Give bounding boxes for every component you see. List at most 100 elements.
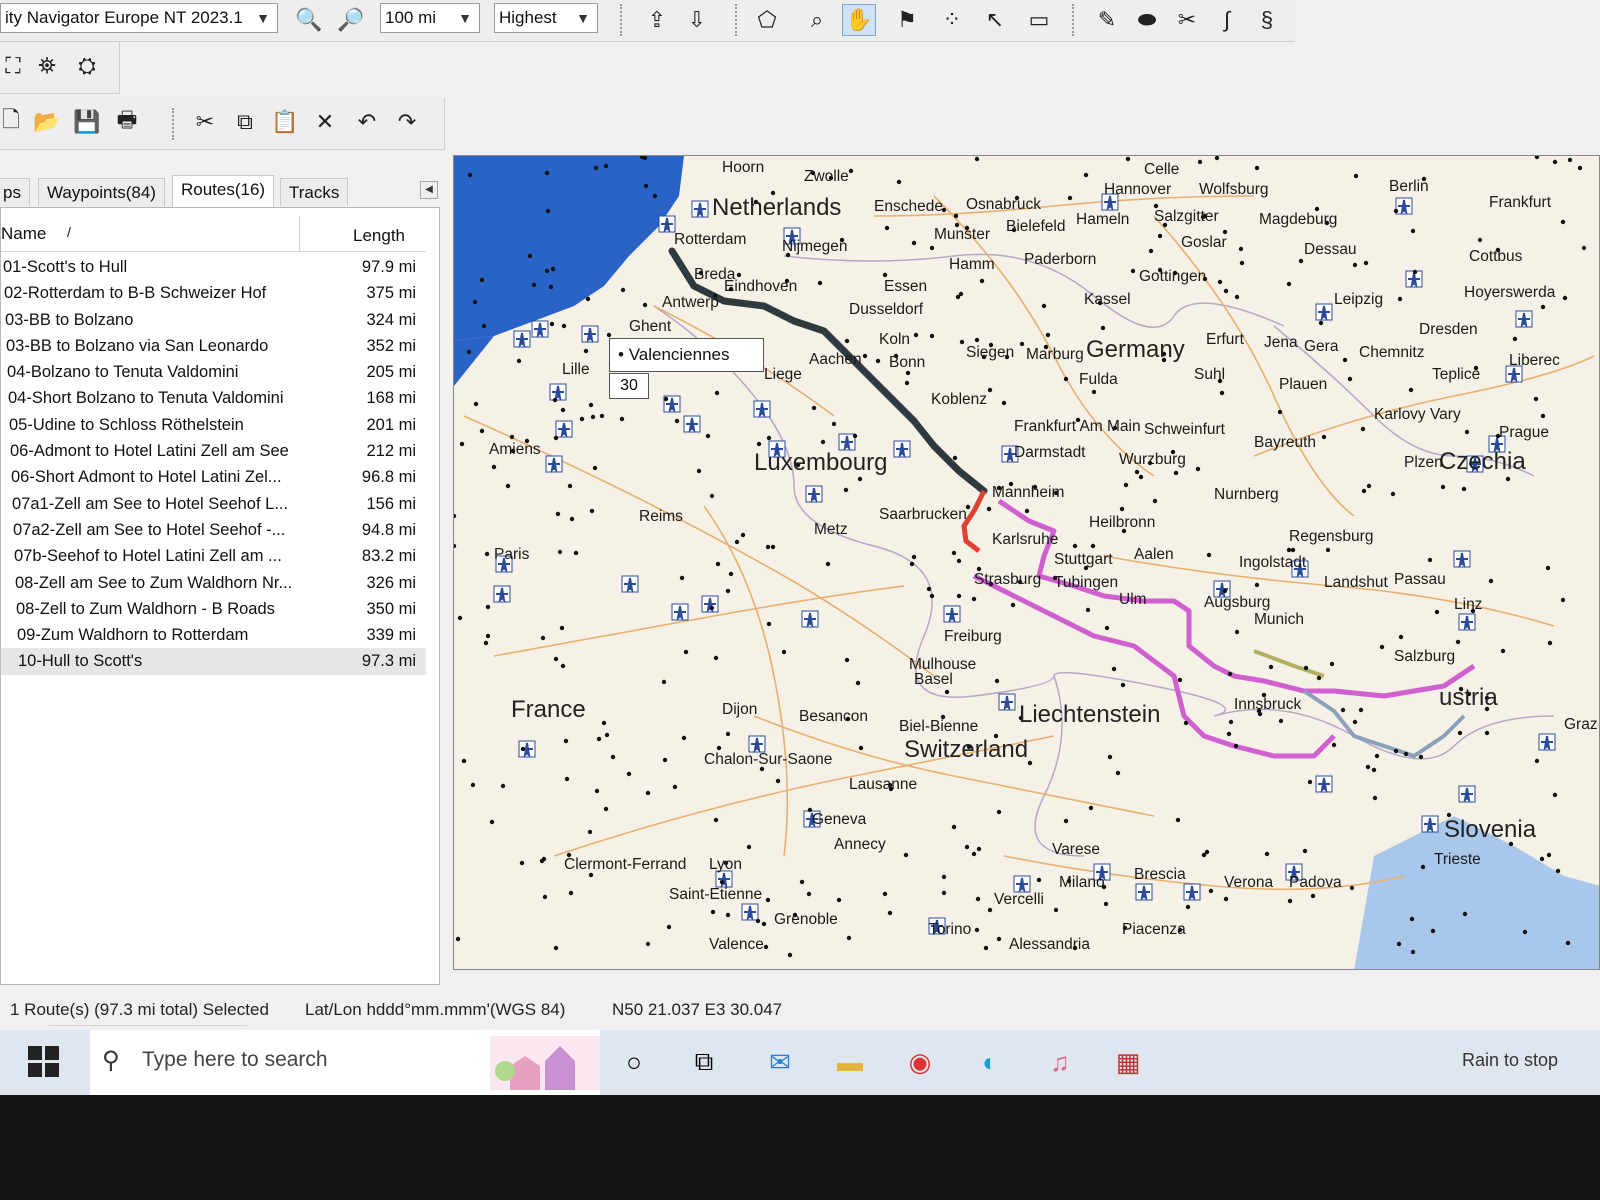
find-button[interactable]: ⛶ <box>0 50 30 82</box>
city-dot <box>844 338 850 344</box>
split-track-button[interactable]: ✂ <box>1170 4 1204 36</box>
itunes-button[interactable]: ♫ <box>1040 1042 1080 1082</box>
city-dot <box>740 532 746 538</box>
list-item[interactable]: 09-Zum Waldhorn to Rotterdam 339 mi <box>1 622 426 648</box>
zoom-tool-button[interactable]: ⌕ <box>800 4 834 36</box>
list-item[interactable]: 07a1-Zell am See to Hotel Seehof L... 156… <box>1 491 426 517</box>
print-button[interactable]: 🖶 <box>110 106 144 138</box>
undo-button[interactable]: ↶ <box>350 106 384 138</box>
city-dot <box>831 421 837 427</box>
hand-icon: ✋ <box>845 7 873 32</box>
waypoint-tool-button[interactable]: ⚑ <box>890 4 924 36</box>
city-dot <box>1298 258 1304 264</box>
taskbar-search[interactable]: ⚲ Type here to search <box>90 1030 600 1095</box>
city-label: Bielefeld <box>1006 218 1066 235</box>
select-tool-button[interactable]: ⬠ <box>750 4 784 36</box>
city-label: Trieste <box>1434 851 1481 868</box>
task-view-button[interactable]: ⧉ <box>684 1042 724 1082</box>
list-item[interactable]: 07a2-Zell am See to Hotel Seehof -... 94.… <box>1 517 426 543</box>
city-dot <box>1063 818 1069 824</box>
new-button[interactable]: 🗋 <box>0 106 28 138</box>
city-dot <box>1228 719 1234 725</box>
list-item[interactable]: 04-Short Bolzano to Tenuta Valdomini 168 … <box>1 385 426 411</box>
city-dot <box>941 874 947 880</box>
basecamp-icon: ▦ <box>1115 1046 1141 1077</box>
list-item[interactable]: 06-Short Admont to Hotel Latini Zel... 96… <box>1 464 426 490</box>
delete-button[interactable]: ✕ <box>308 106 342 138</box>
mail-app-button[interactable]: ✉ <box>760 1042 800 1082</box>
city-dot <box>555 511 561 517</box>
copy-button[interactable]: ⧉ <box>228 106 262 138</box>
list-item[interactable]: 06-Admont to Hotel Latini Zell am See 212… <box>1 438 426 464</box>
hand-tool-button[interactable]: ✋ <box>842 4 876 36</box>
tab-maps[interactable]: ps <box>0 178 30 206</box>
paste-button[interactable]: 📋 <box>268 106 302 138</box>
route-name: 09-Zum Waldhorn to Rotterdam <box>17 626 249 645</box>
tab-routes[interactable]: Routes(16) <box>172 175 275 207</box>
city-dot <box>986 506 992 512</box>
cut-button[interactable]: ✂ <box>188 106 222 138</box>
route-length: 97.9 mi <box>361 258 416 276</box>
edge-button[interactable]: ◐ <box>970 1042 1010 1082</box>
city-dot <box>716 745 722 751</box>
weather-status[interactable]: Rain to stop <box>1462 1050 1558 1071</box>
map-product-select[interactable]: ity Navigator Europe NT 2023.1 ▼ <box>0 3 278 33</box>
list-item[interactable]: 10-Hull to Scott's 97.3 mi <box>1 648 426 675</box>
city-dot <box>1307 779 1313 785</box>
tab-waypoints[interactable]: Waypoints(84) <box>38 178 165 206</box>
start-button[interactable] <box>28 1046 60 1078</box>
cortana-button[interactable]: ○ <box>614 1042 654 1082</box>
city-dot <box>1036 877 1042 883</box>
close-panel-button[interactable]: ◀ <box>420 181 438 199</box>
city-dot <box>1372 795 1378 801</box>
list-item[interactable]: 04-Bolzano to Tenuta Valdomini 205 mi <box>1 359 426 385</box>
scale-select[interactable]: 100 mi ▼ <box>380 3 480 33</box>
column-header-length[interactable]: Length <box>353 226 405 246</box>
list-item[interactable]: 07b-Seehof to Hotel Latini Zell am ... 83… <box>1 543 426 569</box>
join-track-button[interactable]: ∫ <box>1210 4 1244 36</box>
route-name: 02-Rotterdam to B-B Schweizer Hof <box>4 284 267 303</box>
route-length: 212 mi <box>366 442 416 461</box>
basecamp-button[interactable]: ▦ <box>1108 1042 1148 1082</box>
list-item[interactable]: 02-Rotterdam to B-B Schweizer Hof 375 mi <box>1 280 426 306</box>
city-label: Teplice <box>1432 366 1481 383</box>
map-view[interactable]: Netherlands Germany Luxembourg France Switze… <box>453 155 1600 970</box>
send-to-device-button[interactable]: ⇪ <box>640 4 674 36</box>
city-dot <box>1577 165 1583 171</box>
city-label: Lausanne <box>849 776 918 793</box>
eraser-button[interactable]: ⬬ <box>1130 4 1164 36</box>
list-item[interactable]: 05-Udine to Schloss Röthelstein 201 mi <box>1 412 426 438</box>
open-button[interactable]: 📂 <box>30 106 64 138</box>
pointer-tool-button[interactable]: ↖ <box>978 4 1012 36</box>
city-label: Prague <box>1499 424 1549 441</box>
list-header: Name / Length <box>1 216 426 252</box>
route-tool-button[interactable]: ⁘ <box>935 4 969 36</box>
find-toolbar: ⛶ ⛯ ⛭ <box>0 42 120 94</box>
route-name: 07a1-Zell am See to Hotel Seehof L... <box>12 494 289 513</box>
list-item[interactable]: 03-BB to Bolzano via San Leonardo 352 mi <box>1 333 426 359</box>
find-recent-button[interactable]: ⛭ <box>70 50 104 82</box>
list-item[interactable]: 03-BB to Bolzano 324 mi <box>1 307 426 333</box>
list-item[interactable]: 01-Scott's to Hull 97.9 mi <box>1 254 426 280</box>
zoom-out-button[interactable]: 🔎 <box>334 4 368 36</box>
tab-tracks[interactable]: Tracks <box>280 178 349 206</box>
track-draw-button[interactable]: ✎ <box>1090 4 1124 36</box>
find-near-button[interactable]: ⛯ <box>30 50 64 82</box>
filter-track-button[interactable]: § <box>1250 4 1284 36</box>
list-item[interactable]: 08-Zell am See to Zum Waldhorn Nr... 326 … <box>1 570 426 596</box>
chrome-button[interactable]: ◉ <box>900 1042 940 1082</box>
redo-button[interactable]: ↷ <box>390 106 424 138</box>
column-divider[interactable] <box>299 216 300 252</box>
file-explorer-button[interactable]: ▬ <box>830 1042 870 1082</box>
detail-select[interactable]: Highest ▼ <box>494 3 598 33</box>
receive-from-device-button[interactable]: ⇩ <box>680 4 714 36</box>
city-label: Valence <box>709 936 764 953</box>
list-item[interactable]: 08-Zell to Zum Waldhorn - B Roads 350 mi <box>1 596 426 622</box>
measure-tool-button[interactable]: ▭ <box>1022 4 1056 36</box>
save-button[interactable]: 💾 <box>70 106 104 138</box>
zoom-in-button[interactable]: 🔍 <box>292 4 326 36</box>
column-header-name[interactable]: Name <box>1 224 46 244</box>
city-dot <box>1420 864 1426 870</box>
routes-list[interactable]: Name / Length 01-Scott's to Hull 97.9 mi 0… <box>0 207 440 1026</box>
city-label: Saint-Etienne <box>669 886 763 903</box>
